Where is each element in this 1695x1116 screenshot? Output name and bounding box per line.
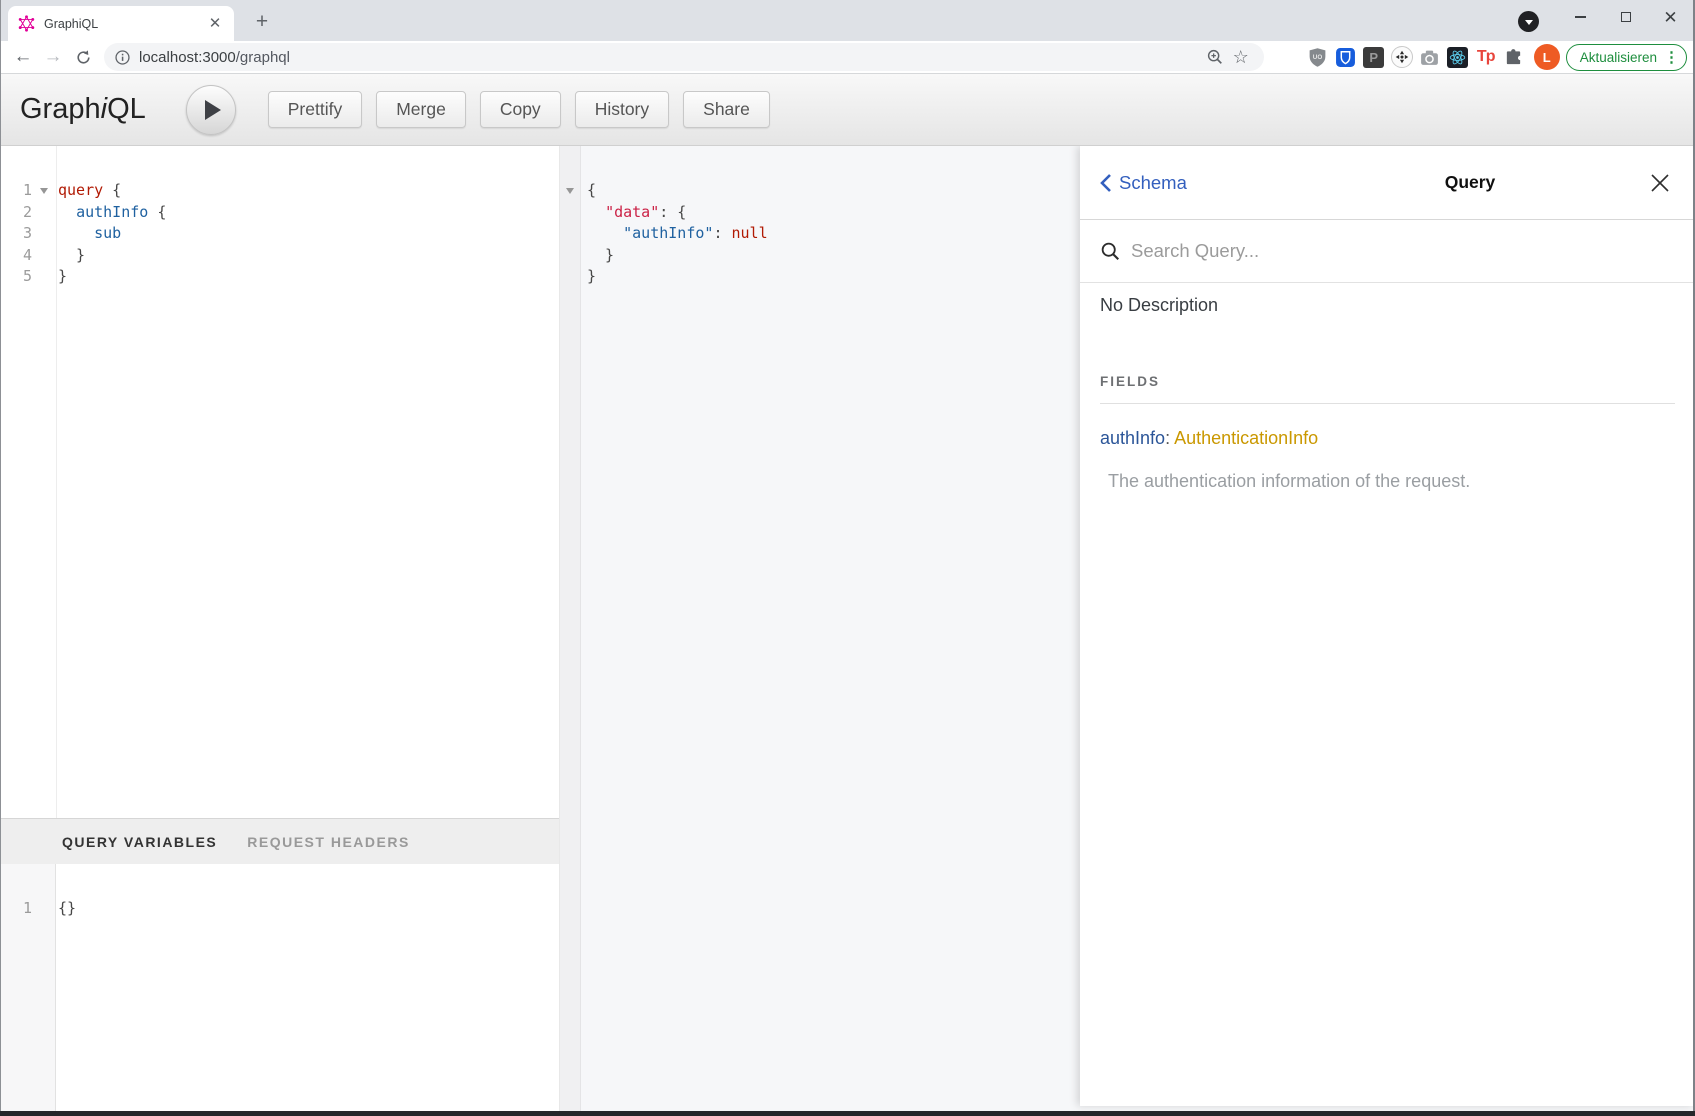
chevron-left-icon	[1100, 173, 1112, 193]
code-line[interactable]: 1query {	[0, 180, 559, 202]
fields-heading: FIELDS	[1100, 374, 1675, 404]
field-description: The authentication information of the re…	[1108, 471, 1675, 492]
toolbar-button-share[interactable]: Share	[683, 91, 770, 128]
docs-body: No Description FIELDS authInfo: Authenti…	[1080, 283, 1695, 1106]
address-bar[interactable]: localhost:3000/graphql ☆	[104, 43, 1264, 71]
gq-toolbar-buttons: Prettify Merge Copy History Share	[268, 91, 784, 128]
field-type-link[interactable]: AuthenticationInfo	[1174, 428, 1318, 448]
tab-title: GraphiQL	[44, 17, 206, 31]
extension-bitwarden-icon[interactable]	[1332, 43, 1360, 71]
line-number: 4	[0, 245, 36, 267]
back-button[interactable]: ←	[8, 43, 38, 71]
tab-close-icon[interactable]: ✕	[206, 15, 224, 33]
line-number: 3	[0, 223, 36, 245]
window-minimize-button[interactable]	[1558, 0, 1603, 34]
tab-query-variables[interactable]: QUERY VARIABLES	[62, 834, 217, 850]
type-description: No Description	[1100, 295, 1675, 316]
docs-back-button[interactable]: Schema	[1100, 172, 1187, 194]
code-line[interactable]: 1{}	[0, 898, 559, 920]
extensions-puzzle-icon[interactable]	[1500, 43, 1528, 71]
zoom-level-button[interactable]	[1202, 48, 1228, 66]
docs-search-bar	[1080, 220, 1695, 283]
variables-tab-bar: QUERY VARIABLES REQUEST HEADERS	[0, 818, 559, 864]
profile-avatar[interactable]: L	[1534, 44, 1560, 70]
extension-p-icon[interactable]: P	[1360, 43, 1388, 71]
forward-button[interactable]: →	[38, 43, 68, 71]
browser-tab-graphiql[interactable]: GraphiQL ✕	[8, 6, 234, 41]
reload-icon	[75, 49, 92, 66]
field-name-link[interactable]: authInfo	[1100, 428, 1165, 448]
query-editor[interactable]: 1query {2 authInfo {3 sub4 }5}	[0, 146, 559, 818]
docs-explorer: Schema Query	[1080, 146, 1695, 1106]
window-frame-bottom	[0, 1111, 1695, 1116]
browser-update-button[interactable]: Aktualisieren ⋮	[1566, 44, 1687, 71]
fold-spacer	[36, 266, 52, 288]
extension-dpad-icon[interactable]	[1388, 43, 1416, 71]
tab-strip: GraphiQL ✕ + ✕	[0, 0, 1695, 41]
result-fold-gutter	[559, 146, 581, 1111]
minimize-icon	[1575, 16, 1586, 17]
tab-search-button[interactable]	[1518, 11, 1539, 32]
toolbar-button-merge[interactable]: Merge	[376, 91, 466, 128]
graphiql-logo: GraphiQL	[20, 93, 146, 126]
browser-window: GraphiQL ✕ + ✕ ← → localhost:3000/grap	[0, 0, 1695, 1116]
back-arrow-icon: ←	[14, 46, 33, 68]
page-info-icon[interactable]	[114, 49, 131, 66]
graphiql-session: 1query {2 authInfo {3 sub4 }5} QUERY VAR…	[0, 146, 1695, 1111]
field-row: authInfo: AuthenticationInfo	[1100, 428, 1675, 449]
docs-search-input[interactable]	[1131, 240, 1675, 262]
line-number: 5	[0, 266, 36, 288]
window-controls: ✕	[1558, 0, 1693, 34]
extension-tp-icon[interactable]: Tp	[1472, 43, 1500, 71]
code-line[interactable]: 3 sub	[0, 223, 559, 245]
fold-spacer	[36, 223, 52, 245]
line-number: 1	[0, 180, 36, 202]
variables-editor[interactable]: 1{}	[0, 864, 559, 1111]
reload-button[interactable]	[68, 43, 98, 71]
code-line[interactable]: 5}	[0, 266, 559, 288]
tab-request-headers[interactable]: REQUEST HEADERS	[247, 834, 410, 850]
browser-toolbar: ← → localhost:3000/graphql	[0, 41, 1695, 74]
new-tab-button[interactable]: +	[248, 9, 276, 37]
fold-spacer	[36, 202, 52, 224]
search-icon	[1100, 241, 1121, 262]
bookmark-star-icon[interactable]: ☆	[1228, 47, 1254, 68]
extension-camera-icon[interactable]	[1416, 43, 1444, 71]
fold-spacer	[36, 898, 52, 920]
docs-title: Query	[1280, 172, 1660, 193]
line-number: 2	[0, 202, 36, 224]
query-pane: 1query {2 authInfo {3 sub4 }5} QUERY VAR…	[0, 146, 559, 1111]
toolbar-button-history[interactable]: History	[575, 91, 669, 128]
fold-arrow-icon[interactable]	[566, 188, 574, 194]
window-close-button[interactable]: ✕	[1648, 0, 1693, 34]
toolbar-button-copy[interactable]: Copy	[480, 91, 561, 128]
url-text[interactable]: localhost:3000/graphql	[139, 49, 1202, 66]
docs-close-button[interactable]	[1647, 170, 1673, 196]
window-frame-left	[0, 0, 1, 1116]
caret-down-icon	[1525, 20, 1533, 25]
forward-arrow-icon: →	[44, 46, 63, 68]
kebab-menu-icon: ⋮	[1664, 48, 1679, 66]
execute-query-button[interactable]	[186, 85, 236, 135]
extension-ublock-icon[interactable]: UO	[1304, 43, 1332, 71]
play-icon	[205, 100, 221, 120]
fold-spacer	[36, 245, 52, 267]
svg-text:UO: UO	[1313, 54, 1323, 61]
fold-arrow-icon[interactable]	[36, 180, 52, 202]
line-number: 1	[0, 898, 36, 920]
close-x-icon	[1649, 172, 1671, 194]
extension-react-devtools-icon[interactable]	[1444, 43, 1472, 71]
code-line[interactable]: 4 }	[0, 245, 559, 267]
zoom-in-icon	[1206, 48, 1224, 66]
docs-header: Schema Query	[1080, 146, 1695, 220]
graphiql-topbar: GraphiQL Prettify Merge Copy History Share	[0, 74, 1695, 146]
graphql-favicon-icon	[18, 15, 35, 32]
close-icon: ✕	[1663, 9, 1677, 26]
code-line[interactable]: 2 authInfo {	[0, 202, 559, 224]
maximize-icon	[1621, 12, 1631, 22]
page-content: GraphiQL Prettify Merge Copy History Share 1…	[0, 74, 1695, 1116]
window-maximize-button[interactable]	[1603, 0, 1648, 34]
toolbar-button-prettify[interactable]: Prettify	[268, 91, 362, 128]
